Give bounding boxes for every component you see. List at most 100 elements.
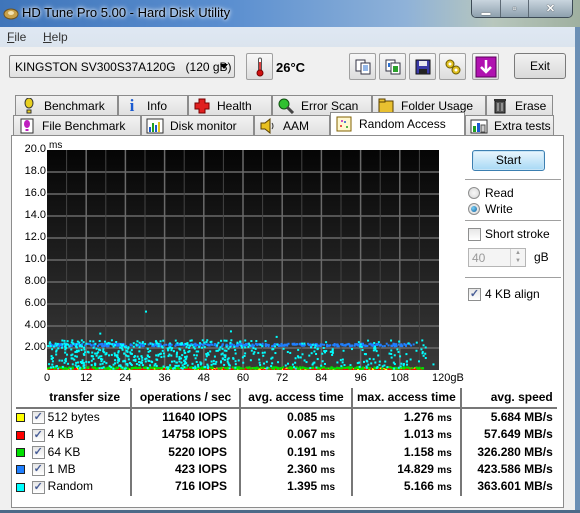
point-1-mb <box>383 345 386 348</box>
point-random <box>242 361 245 364</box>
point-1-mb <box>397 343 400 346</box>
point-64-kb <box>381 367 384 370</box>
drive-select[interactable]: KINGSTON SV300S37A120G (120 gB) <box>9 55 235 78</box>
point-random <box>89 340 92 343</box>
copy-screenshot-button[interactable] <box>379 53 406 80</box>
col-transfer-size: transfer size <box>16 388 131 409</box>
point-random <box>91 355 94 358</box>
point-64-kb <box>403 366 406 369</box>
point-1-mb <box>165 343 168 346</box>
info-icon: i <box>129 95 135 115</box>
menu-file[interactable]: File <box>7 30 26 44</box>
point-64-kb <box>388 366 391 369</box>
download-button[interactable] <box>472 53 499 80</box>
tab-health[interactable]: Health <box>188 95 272 115</box>
point-random <box>138 357 141 360</box>
point-random <box>234 349 237 352</box>
point-random <box>340 365 343 368</box>
spin-down-icon[interactable]: ▼ <box>511 257 525 265</box>
point-random <box>136 355 139 358</box>
tab-benchmark[interactable]: Benchmark <box>15 95 118 115</box>
point-64-kb <box>149 366 152 369</box>
point-random <box>228 364 231 367</box>
point-random <box>241 356 244 359</box>
series-checkbox[interactable]: ✓ <box>31 463 45 477</box>
x-tick-label: 108 <box>390 372 409 384</box>
avg-access-value: 1.395 ms <box>239 478 352 496</box>
point-4-kb <box>377 368 380 370</box>
tab-random-access[interactable]: Random Access <box>330 112 465 135</box>
point-random <box>127 346 130 349</box>
point-random <box>210 363 213 366</box>
save-button[interactable] <box>409 53 436 80</box>
point-random <box>220 360 223 363</box>
point-random <box>173 360 176 363</box>
point-64-kb <box>274 366 277 369</box>
point-random <box>132 345 135 348</box>
point-random <box>66 340 69 343</box>
point-random <box>83 353 86 356</box>
point-random <box>213 355 216 358</box>
point-random <box>244 339 247 342</box>
exit-button[interactable]: Exit <box>514 53 566 79</box>
point-random <box>187 350 190 353</box>
tab-extra-tests[interactable]: Extra tests <box>465 115 554 135</box>
point-random <box>194 357 197 360</box>
point-random <box>149 342 152 345</box>
point-random <box>203 346 206 349</box>
point-random <box>221 347 224 350</box>
point-random <box>207 365 210 368</box>
point-random <box>201 339 204 342</box>
align-4kb-checkbox[interactable]: ✓ 4 KB align <box>468 287 540 301</box>
point-64-kb <box>138 366 141 369</box>
minimize-button[interactable]: ▁ <box>472 0 500 17</box>
menu-help[interactable]: Help <box>43 30 68 44</box>
maximize-button[interactable]: ▫ <box>500 0 528 17</box>
start-button[interactable]: Start <box>472 150 545 171</box>
point-1-mb <box>298 343 301 346</box>
point-random <box>225 339 228 342</box>
tab-info[interactable]: i Info <box>118 95 188 115</box>
result-row: ✓ 512 bytes 11640 IOPS 0.085 ms 1.276 ms 5.68… <box>16 408 557 427</box>
spin-buttons[interactable]: ▲ ▼ <box>510 249 525 266</box>
point-random <box>263 362 266 365</box>
health-cross-icon <box>193 98 211 114</box>
tab-erase[interactable]: Erase <box>486 95 553 115</box>
series-checkbox[interactable]: ✓ <box>31 411 45 425</box>
point-random <box>141 359 144 362</box>
tab-disk-monitor[interactable]: Disk monitor <box>141 115 254 135</box>
read-radio[interactable]: Read <box>468 186 514 200</box>
point-64-kb <box>178 367 181 370</box>
options-button[interactable] <box>439 53 466 80</box>
point-random <box>80 339 83 342</box>
series-checkbox[interactable]: ✓ <box>31 480 45 494</box>
point-64-kb <box>201 366 204 369</box>
point-random <box>162 339 165 342</box>
tab-aam[interactable]: AAM <box>254 115 330 135</box>
point-random <box>151 361 154 364</box>
write-radio[interactable]: Write <box>468 202 513 216</box>
temperature-button[interactable] <box>246 53 273 80</box>
series-checkbox[interactable]: ✓ <box>31 428 45 442</box>
point-random <box>126 364 129 367</box>
point-random <box>76 361 79 364</box>
point-random <box>216 344 219 347</box>
point-random <box>424 346 427 349</box>
point-random <box>375 350 378 353</box>
short-stroke-checkbox[interactable]: Short stroke <box>468 227 550 241</box>
point-random <box>297 356 300 359</box>
series-checkbox[interactable]: ✓ <box>31 445 45 459</box>
point-64-kb <box>190 366 193 369</box>
close-button[interactable]: ✕ <box>528 0 572 17</box>
point-random <box>331 348 334 351</box>
point-random <box>116 361 119 364</box>
copy-text-icon <box>355 59 370 74</box>
point-random <box>100 355 103 358</box>
point-64-kb <box>362 366 365 369</box>
point-4-kb <box>74 367 77 370</box>
point-1-mb <box>255 343 258 346</box>
tab-file-benchmark[interactable]: File Benchmark <box>13 115 141 135</box>
short-stroke-size-input[interactable]: 40 ▲ ▼ <box>468 248 526 267</box>
spin-up-icon[interactable]: ▲ <box>511 249 525 257</box>
copy-text-button[interactable] <box>349 53 376 80</box>
